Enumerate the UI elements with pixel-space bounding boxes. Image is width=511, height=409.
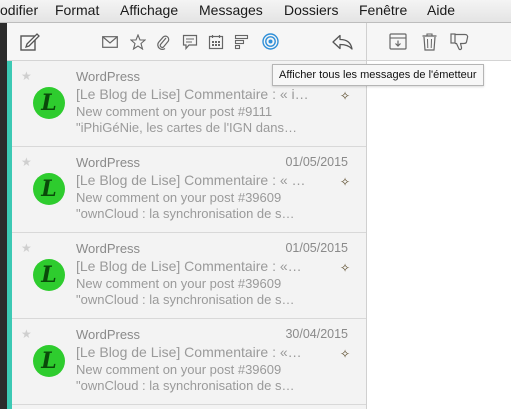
message-row[interactable]: ★ L WordPress 30/04/2015 [Le Blog de Lis… <box>12 319 366 405</box>
menu-bar: odifier Format Affichage Messages Dossie… <box>0 0 511 23</box>
message-viewer <box>367 61 511 409</box>
show-sender-messages-button[interactable] <box>260 23 280 60</box>
message-sender: WordPress <box>76 69 141 84</box>
compose-icon <box>20 32 40 51</box>
message-preview-line2: "ownCloud : la synchronisation de s… <box>76 206 295 221</box>
star-icon[interactable]: ★ <box>21 155 32 169</box>
paperclip-icon <box>157 35 170 50</box>
message-row[interactable]: ★ L WordPress 01/05/2015 [Le Blog de Lis… <box>12 233 366 319</box>
sort-icon <box>234 34 249 49</box>
trash-icon <box>422 32 436 51</box>
target-icon <box>261 33 279 50</box>
menu-help[interactable]: Aide <box>427 2 455 18</box>
message-subject: [Le Blog de Lise] Commentaire : «… <box>76 258 302 274</box>
message-subject: [Le Blog de Lise] Commentaire : « … <box>76 172 306 188</box>
message-preview-line1: New comment on your post #39609 <box>76 190 282 205</box>
menu-format[interactable]: Format <box>55 2 99 18</box>
menu-view[interactable]: Affichage <box>120 2 178 18</box>
message-date: 01/05/2015 <box>285 155 348 169</box>
filter-conversations-button[interactable] <box>180 23 200 60</box>
message-preview-line2: "iPhiGéNie, les cartes de l'IGN dans… <box>76 120 297 135</box>
archive-icon <box>389 33 407 50</box>
message-sender: WordPress <box>76 155 141 170</box>
filter-date-button[interactable] <box>206 23 226 60</box>
contact-photo-icon: ✧ <box>339 347 351 361</box>
star-icon <box>130 33 146 50</box>
compose-button[interactable] <box>18 23 42 60</box>
menu-messages[interactable]: Messages <box>199 2 263 18</box>
message-preview-line1: New comment on your post #9111 <box>76 104 273 119</box>
message-list[interactable]: ★ L WordPress [Le Blog de Lise] Commenta… <box>7 61 366 409</box>
archive-button[interactable] <box>387 23 409 60</box>
message-row[interactable]: ★ L WordPress 01/05/2015 [Le Blog de Lis… <box>12 147 366 233</box>
message-preview-line2: "ownCloud : la synchronisation de s… <box>76 378 295 393</box>
junk-button[interactable] <box>449 23 471 60</box>
avatar: L <box>33 259 65 291</box>
message-preview-line1: New comment on your post #39609 <box>76 362 282 377</box>
menu-edit[interactable]: odifier <box>0 2 38 18</box>
contact-photo-icon: ✧ <box>339 261 351 275</box>
message-sender: WordPress <box>76 327 141 342</box>
star-icon[interactable]: ★ <box>21 241 32 255</box>
menu-folders[interactable]: Dossiers <box>284 2 338 18</box>
filter-flagged-button[interactable] <box>128 23 148 60</box>
menu-window[interactable]: Fenêtre <box>359 2 407 18</box>
message-date: 30/04/2015 <box>285 327 348 341</box>
contact-photo-icon: ✧ <box>339 175 351 189</box>
thumbs-down-icon <box>450 32 469 50</box>
avatar: L <box>33 173 65 205</box>
message-sender: WordPress <box>76 241 141 256</box>
envelope-icon <box>102 35 118 48</box>
calendar-icon <box>208 34 224 49</box>
sidebar-edge <box>0 23 7 409</box>
speech-bubble-icon <box>182 34 198 50</box>
contact-photo-icon: ✧ <box>339 89 351 103</box>
delete-button[interactable] <box>419 23 439 60</box>
star-icon[interactable]: ★ <box>21 327 32 341</box>
message-subject: [Le Blog de Lise] Commentaire : «… <box>76 344 302 360</box>
message-preview-line2: "ownCloud : la synchronisation de s… <box>76 292 295 307</box>
message-date: 01/05/2015 <box>285 241 348 255</box>
reply-button[interactable] <box>330 23 354 60</box>
filter-unread-button[interactable] <box>100 23 120 60</box>
message-preview-line1: New comment on your post #39609 <box>76 276 282 291</box>
avatar: L <box>33 87 65 119</box>
message-subject: [Le Blog de Lise] Commentaire : « i… <box>76 86 308 102</box>
filter-attachments-button[interactable] <box>153 23 173 60</box>
toolbar <box>7 23 511 61</box>
tooltip: Afficher tous les messages de l'émetteur <box>272 64 484 86</box>
sort-button[interactable] <box>232 23 252 60</box>
star-icon[interactable]: ★ <box>21 69 32 83</box>
reply-icon <box>332 34 353 50</box>
avatar: L <box>33 345 65 377</box>
